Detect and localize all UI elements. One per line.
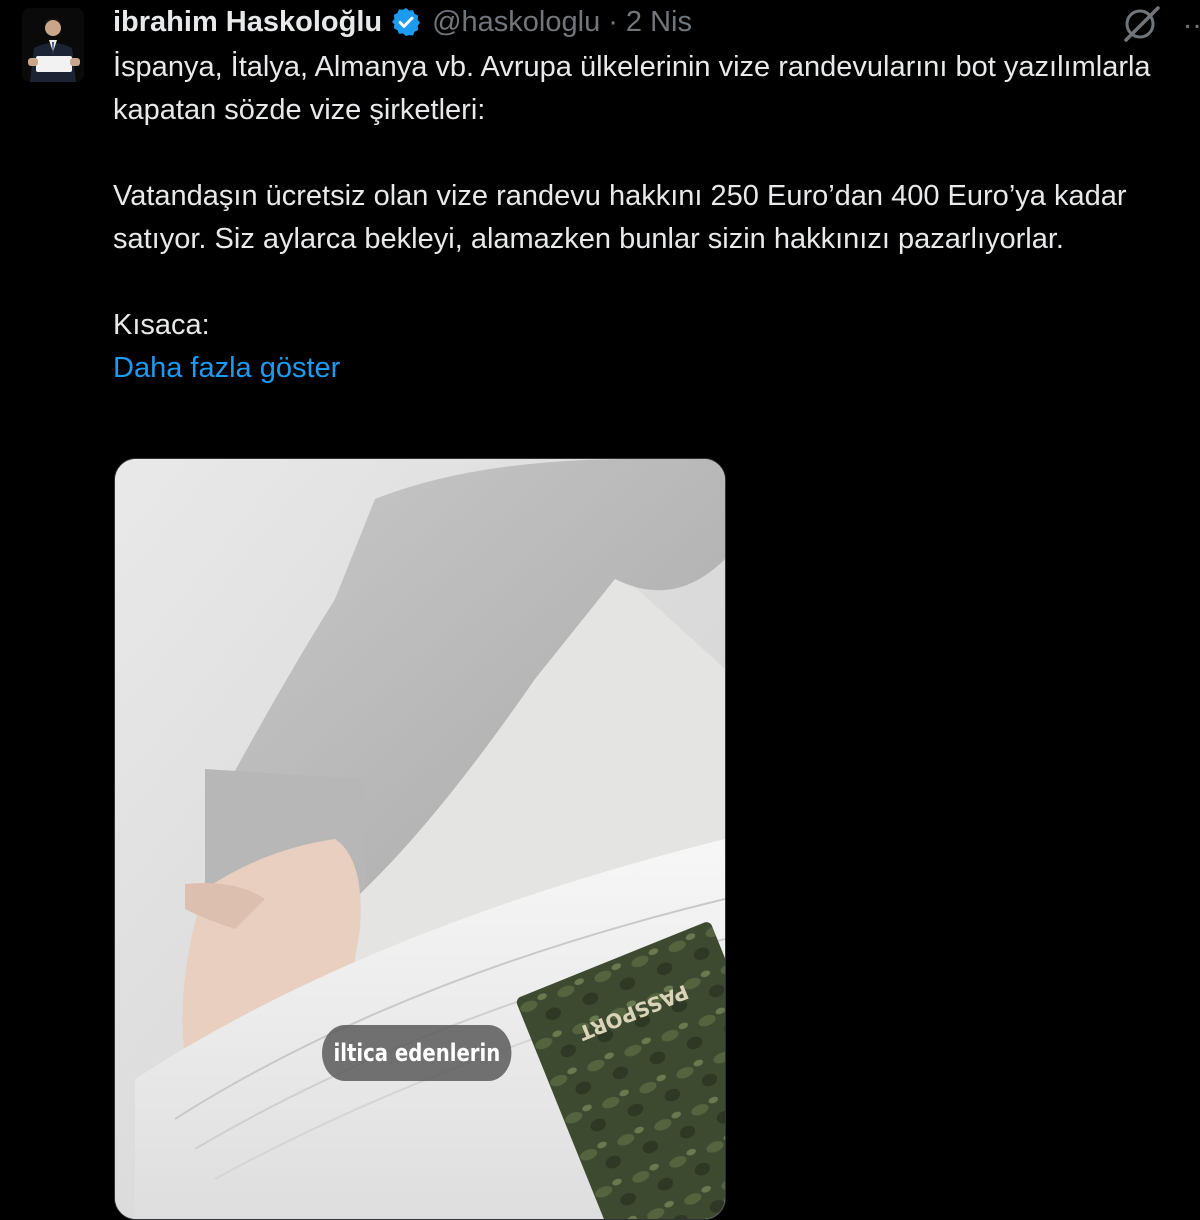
tweet-paragraph-3: Kısaca: — [113, 309, 210, 341]
grok-icon[interactable] — [1120, 2, 1162, 44]
video-caption: iltica edenlerin — [322, 1025, 512, 1081]
separator-dot: · — [608, 5, 618, 38]
tweet-media[interactable]: PASSPORT — [114, 458, 726, 1220]
tweet-paragraph-1: İspanya, İtalya, Almanya vb. Avrupa ülke… — [113, 51, 1151, 126]
show-more-link[interactable]: Daha fazla göster — [113, 352, 340, 384]
avatar[interactable] — [22, 8, 84, 82]
media-image: PASSPORT — [115, 459, 725, 1219]
verified-badge-icon — [390, 6, 422, 38]
tweet-date[interactable]: 2 Nis — [626, 6, 692, 39]
author-handle[interactable]: @haskologlu — [432, 6, 600, 39]
more-options-icon[interactable]: … — [1182, 2, 1200, 36]
tweet-header: ibrahim Haskoloğlu @haskologlu · 2 Nis — [113, 4, 692, 40]
tweet-paragraph-2: Vatandaşın ücretsiz olan vize randevu ha… — [113, 180, 1127, 255]
avatar-image — [22, 8, 84, 82]
author-name[interactable]: ibrahim Haskoloğlu — [113, 6, 382, 39]
tweet-text: İspanya, İtalya, Almanya vb. Avrupa ülke… — [113, 46, 1193, 390]
